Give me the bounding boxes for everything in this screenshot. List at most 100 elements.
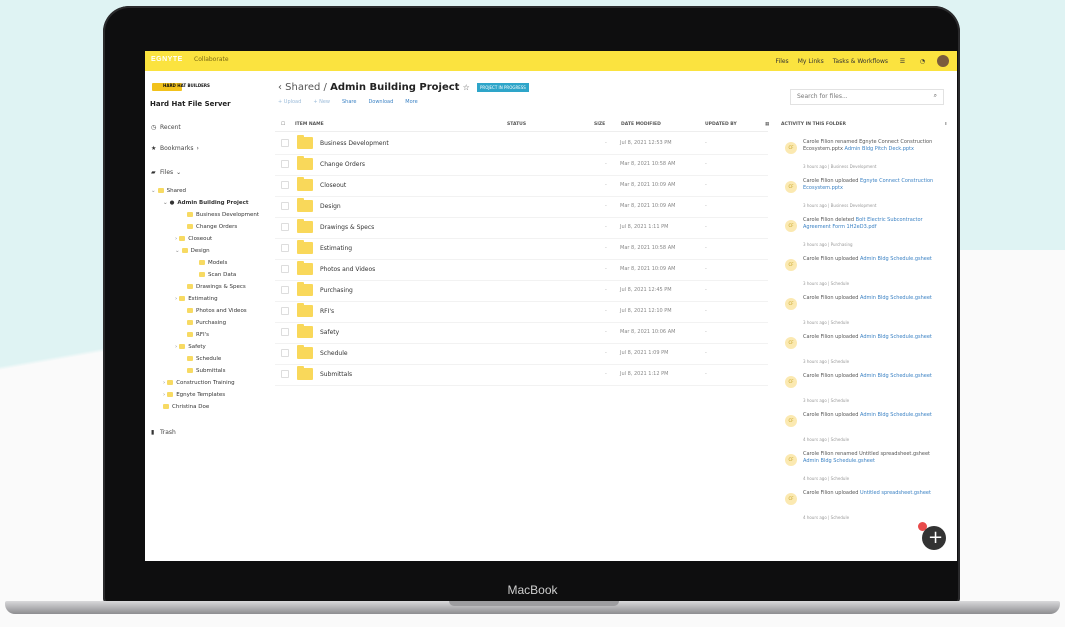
col-size[interactable]: SIZE	[594, 122, 605, 127]
activity-file-link[interactable]: Admin Bldg Schedule.gsheet	[860, 295, 932, 301]
activity-meta: 3 hours ago | Business Development	[803, 203, 877, 208]
row-name[interactable]: Safety	[320, 329, 339, 336]
sidebar-item-recent[interactable]: ◷ Recent	[151, 124, 181, 131]
table-row[interactable]: Change Orders - Mar 8, 2021 10:58 AM -	[275, 154, 768, 176]
tree-item-construction-training[interactable]: › Construction Training	[163, 380, 235, 386]
search-input[interactable]: Search for files... ⌕	[790, 89, 944, 105]
table-row[interactable]: Photos and Videos - Mar 8, 2021 10:09 AM -	[275, 259, 768, 281]
row-checkbox[interactable]	[281, 181, 289, 189]
col-item-name[interactable]: ITEM NAME	[295, 122, 324, 127]
table-row[interactable]: RFI's - Jul 8, 2021 12:10 PM -	[275, 301, 768, 323]
nav-tasks-workflows[interactable]: Tasks & Workflows	[833, 58, 888, 65]
activity-file-link[interactable]: Admin Bldg Schedule.gsheet	[860, 334, 932, 340]
activity-file-link[interactable]: Untitled spreadsheet.gsheet	[860, 490, 931, 496]
tree-item-safety[interactable]: › Safety	[175, 344, 206, 350]
new-button[interactable]: + New	[313, 99, 330, 105]
col-status[interactable]: STATUS	[507, 122, 526, 127]
menu-icon[interactable]: ☰	[897, 56, 908, 67]
nav-files[interactable]: Files	[776, 58, 789, 65]
row-name[interactable]: RFI's	[320, 308, 334, 315]
tree-item-egnyte-templates[interactable]: › Egnyte Templates	[163, 392, 225, 398]
nav-my-links[interactable]: My Links	[798, 58, 824, 65]
row-date-modified: Mar 8, 2021 10:58 AM	[620, 161, 676, 167]
tree-item-drawings-specs[interactable]: Drawings & Specs	[187, 284, 246, 290]
activity-file-link[interactable]: Admin Bldg Schedule.gsheet	[860, 412, 932, 418]
row-checkbox[interactable]	[281, 349, 289, 357]
header-divider	[275, 131, 768, 132]
table-row[interactable]: Schedule - Jul 8, 2021 1:09 PM -	[275, 343, 768, 365]
tree-item-admin-building-project[interactable]: ⌄ ● Admin Building Project	[163, 200, 249, 206]
row-name[interactable]: Drawings & Specs	[320, 224, 374, 231]
row-checkbox[interactable]	[281, 202, 289, 210]
row-name[interactable]: Change Orders	[320, 161, 365, 168]
activity-toggle-icon[interactable]: ▦	[765, 122, 769, 127]
sidebar-item-bookmarks[interactable]: ★ Bookmarks ›	[151, 145, 199, 152]
upload-button[interactable]: + Upload	[278, 99, 301, 105]
row-checkbox[interactable]	[281, 139, 289, 147]
row-checkbox[interactable]	[281, 160, 289, 168]
tree-item-rfis[interactable]: RFI's	[187, 332, 209, 338]
activity-file-link[interactable]: Admin Bldg Schedule.gsheet	[860, 373, 932, 379]
row-name[interactable]: Closeout	[320, 182, 346, 189]
row-name[interactable]: Photos and Videos	[320, 266, 375, 273]
row-name[interactable]: Purchasing	[320, 287, 353, 294]
more-button[interactable]: More	[405, 99, 417, 105]
table-row[interactable]: Closeout - Mar 8, 2021 10:09 AM -	[275, 175, 768, 197]
activity-file-link[interactable]: Admin Bldg Schedule.gsheet	[860, 256, 932, 262]
table-row[interactable]: Safety - Mar 8, 2021 10:06 AM -	[275, 322, 768, 344]
row-name[interactable]: Submittals	[320, 371, 352, 378]
row-name[interactable]: Business Development	[320, 140, 389, 147]
table-row[interactable]: Business Development - Jul 8, 2021 12:53 P…	[275, 133, 768, 155]
row-checkbox[interactable]	[281, 370, 289, 378]
star-outline-icon[interactable]: ☆	[463, 83, 470, 92]
col-date-modified[interactable]: DATE MODIFIED	[621, 122, 661, 127]
row-checkbox[interactable]	[281, 265, 289, 273]
tree-item-business-development[interactable]: Business Development	[187, 212, 259, 218]
row-checkbox[interactable]	[281, 286, 289, 294]
sidebar-item-files[interactable]: ▰ Files ⌄	[151, 169, 181, 176]
tree-item-models[interactable]: Models	[199, 260, 227, 266]
top-navigation-bar: EGNYTE Collaborate Files My Links Tasks …	[145, 51, 957, 71]
select-all-checkbox[interactable]: ☐	[281, 122, 285, 127]
tree-item-schedule[interactable]: Schedule	[187, 356, 221, 362]
row-checkbox[interactable]	[281, 244, 289, 252]
tree-item-submittals[interactable]: Submittals	[187, 368, 225, 374]
download-button[interactable]: Download	[368, 99, 393, 105]
table-row[interactable]: Design - Mar 8, 2021 10:09 AM -	[275, 196, 768, 218]
table-row[interactable]: Estimating - Mar 8, 2021 10:58 AM -	[275, 238, 768, 260]
col-updated-by[interactable]: UPDATED BY	[705, 122, 737, 127]
share-button[interactable]: Share	[342, 99, 356, 105]
activity-settings-icon[interactable]: ⁝	[945, 122, 947, 127]
tree-item-shared[interactable]: ⌄ Shared	[151, 188, 186, 194]
tree-item-christina-doe[interactable]: Christina Doe	[163, 404, 209, 410]
collaborate-label[interactable]: Collaborate	[194, 56, 229, 63]
tree-item-estimating[interactable]: › Estimating	[175, 296, 218, 302]
row-size: -	[605, 308, 607, 314]
row-date-modified: Mar 8, 2021 10:06 AM	[620, 329, 676, 335]
row-name[interactable]: Estimating	[320, 245, 352, 252]
breadcrumb-shared[interactable]: ‹ Shared /	[278, 82, 330, 93]
table-row[interactable]: Drawings & Specs - Jul 8, 2021 1:11 PM -	[275, 217, 768, 239]
tree-item-photos-videos[interactable]: Photos and Videos	[187, 308, 247, 314]
user-avatar[interactable]	[937, 55, 949, 67]
row-name[interactable]: Design	[320, 203, 341, 210]
egnyte-logo[interactable]: EGNYTE	[151, 56, 183, 63]
folder-icon	[297, 198, 313, 212]
activity-file-link[interactable]: Admin Bldg Pitch Deck.pptx	[845, 146, 914, 152]
activity-file-link[interactable]: Admin Bldg Schedule.gsheet	[803, 458, 875, 464]
tree-item-change-orders[interactable]: Change Orders	[187, 224, 237, 230]
device-brand: MacBook	[507, 583, 558, 597]
bell-icon[interactable]: ◔	[917, 56, 928, 67]
sidebar-item-trash[interactable]: ▮ Trash	[151, 429, 176, 436]
row-checkbox[interactable]	[281, 307, 289, 315]
row-name[interactable]: Schedule	[320, 350, 348, 357]
table-row[interactable]: Purchasing - Jul 8, 2021 12:45 PM -	[275, 280, 768, 302]
tree-item-closeout[interactable]: › Closeout	[175, 236, 212, 242]
tree-item-purchasing[interactable]: Purchasing	[187, 320, 226, 326]
tree-item-scan-data[interactable]: Scan Data	[199, 272, 236, 278]
row-checkbox[interactable]	[281, 223, 289, 231]
tree-item-design[interactable]: ⌄ Design	[175, 248, 210, 254]
row-checkbox[interactable]	[281, 328, 289, 336]
help-button[interactable]	[922, 526, 946, 550]
table-row[interactable]: Submittals - Jul 8, 2021 1:12 PM -	[275, 364, 768, 386]
